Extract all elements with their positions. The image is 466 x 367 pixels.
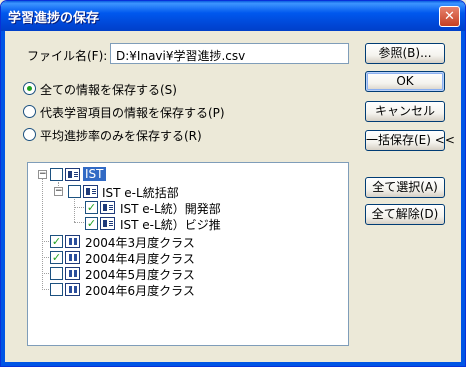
close-icon: ✕ <box>444 9 455 24</box>
save-progress-dialog: 学習進捗の保存 ✕ ファイル名(F): D:¥Inavi¥学習進捗.csv 参照… <box>0 0 466 367</box>
bulk-save-button[interactable]: 一括保存(E) << <box>365 130 455 151</box>
tree-checkbox[interactable] <box>50 267 63 280</box>
window-border-right <box>461 31 465 366</box>
class-icon <box>65 283 80 296</box>
filename-label: ファイル名(F): <box>27 49 108 63</box>
tree-checkbox[interactable]: ✓ <box>50 251 63 264</box>
class-icon <box>65 267 80 280</box>
class-icon <box>65 235 80 248</box>
filename-input[interactable]: D:¥Inavi¥学習進捗.csv <box>110 43 349 64</box>
select-all-button[interactable]: 全て選択(A) <box>365 177 445 198</box>
tree-node-label: 2004年3月度クラス <box>85 236 195 250</box>
group-icon <box>100 217 115 230</box>
radio-button[interactable] <box>23 128 36 141</box>
tree-node-class-2004-03[interactable]: ✓ 2004年3月度クラス <box>28 234 228 250</box>
radio-button[interactable] <box>23 82 36 95</box>
dialog-title: 学習進捗の保存 <box>8 11 100 26</box>
option-label: 代表学習項目の情報を保存する(P) <box>40 106 225 120</box>
tree-node-ist-el-division[interactable]: − IST e-L統括部 <box>28 183 248 200</box>
window-border-left <box>1 31 5 366</box>
tree-checkbox[interactable] <box>50 168 63 181</box>
deselect-all-button[interactable]: 全て解除(D) <box>365 204 445 225</box>
cancel-button[interactable]: キャンセル <box>365 101 445 122</box>
tree-node-dev-dept[interactable]: ✓ IST e-L統）開発部 <box>28 200 268 216</box>
group-tree-view[interactable]: − IST − IST e-L統括部 ✓ IST e-L統）開発部 ✓ IST … <box>27 162 349 346</box>
tree-checkbox[interactable] <box>68 185 81 198</box>
class-icon <box>65 251 80 264</box>
ok-button[interactable]: OK <box>365 71 445 92</box>
tree-node-class-2004-04[interactable]: ✓ 2004年4月度クラス <box>28 250 228 266</box>
tree-node-ist[interactable]: − IST <box>28 167 228 183</box>
tree-node-class-2004-06[interactable]: 2004年6月度クラス <box>28 282 228 298</box>
tree-node-label: IST e-L統）開発部 <box>120 202 221 216</box>
tree-checkbox[interactable] <box>50 283 63 296</box>
window-border-bottom <box>1 362 465 366</box>
tree-node-label: IST e-L統）ビジ推 <box>120 218 221 232</box>
group-icon <box>65 168 80 181</box>
tree-checkbox[interactable]: ✓ <box>50 235 63 248</box>
radio-button[interactable] <box>23 105 36 118</box>
browse-button[interactable]: 参照(B)... <box>365 43 445 64</box>
tree-node-label: 2004年4月度クラス <box>85 252 195 266</box>
collapse-icon[interactable]: − <box>54 187 63 196</box>
tree-node-label: IST e-L統括部 <box>102 186 179 200</box>
group-icon <box>100 201 115 214</box>
tree-node-label: 2004年5月度クラス <box>85 268 195 282</box>
title-bar[interactable]: 学習進捗の保存 ✕ <box>1 1 465 31</box>
tree-node-class-2004-05[interactable]: 2004年5月度クラス <box>28 266 228 282</box>
tree-node-label: IST <box>83 167 106 181</box>
option-label: 全ての情報を保存する(S) <box>40 83 177 97</box>
group-icon <box>83 185 98 198</box>
tree-node-label: 2004年6月度クラス <box>85 284 195 298</box>
close-button[interactable]: ✕ <box>439 6 460 27</box>
collapse-icon[interactable]: − <box>38 170 47 179</box>
tree-checkbox[interactable]: ✓ <box>85 217 98 230</box>
option-label: 平均進捗率のみを保存する(R) <box>40 129 202 143</box>
tree-node-biz-promo[interactable]: ✓ IST e-L統）ビジ推 <box>28 216 268 232</box>
tree-checkbox[interactable]: ✓ <box>85 201 98 214</box>
